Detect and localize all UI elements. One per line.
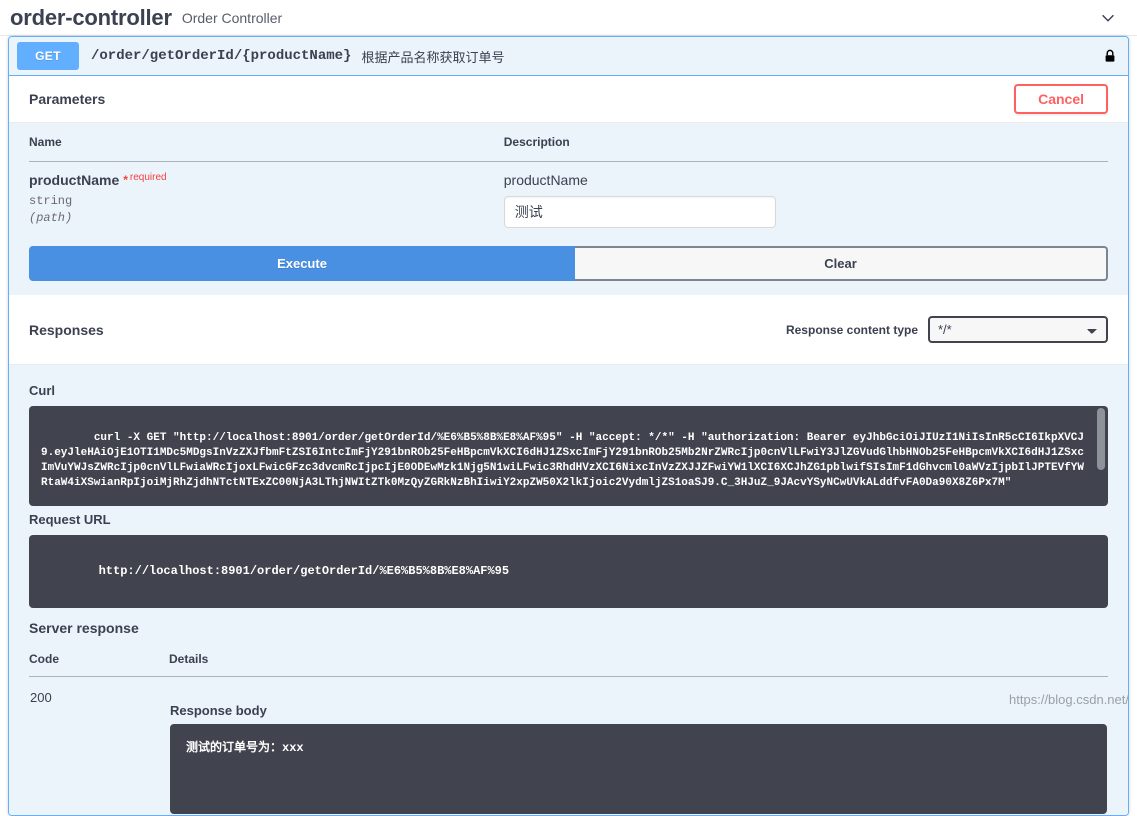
- server-response-title: Server response: [29, 619, 139, 636]
- parameters-header: Parameters Cancel: [9, 76, 1128, 123]
- response-status-code: 200: [30, 689, 52, 705]
- parameter-description-cell: productName: [503, 162, 1108, 247]
- column-header-details: Details: [169, 641, 1108, 677]
- tag-description: Order Controller: [181, 9, 283, 26]
- lock-icon[interactable]: [1102, 46, 1118, 66]
- server-response-table: Code Details 200 Response body 测试的订单号为：x…: [29, 641, 1108, 815]
- operation-summary-row[interactable]: GET /order/getOrderId/{productName} 根据产品…: [9, 37, 1128, 76]
- column-header-description: Description: [503, 123, 1108, 162]
- request-url-title: Request URL: [29, 512, 111, 528]
- responses-title: Responses: [29, 321, 104, 338]
- request-url-text: http://localhost:8901/order/getOrderId/%…: [98, 564, 510, 579]
- column-header-name: Name: [29, 123, 504, 162]
- table-row: 200 Response body 测试的订单号为：xxx Download: [29, 676, 1108, 815]
- response-content-type-label: Response content type: [785, 322, 918, 337]
- tag-title: order-controller: [10, 4, 172, 30]
- parameter-name-cell: productName * required string (path): [29, 162, 504, 247]
- responses-table-head-row: Code Details: [29, 641, 1108, 677]
- operation-path: /order/getOrderId/{productName}: [91, 48, 352, 64]
- http-method-badge: GET: [17, 42, 79, 70]
- chevron-down-icon[interactable]: [1099, 9, 1117, 27]
- parameter-location: (path): [29, 211, 73, 225]
- responses-body: Curl curl -X GET "http://localhost:8901/…: [9, 365, 1128, 815]
- request-url-block: http://localhost:8901/order/getOrderId/%…: [29, 535, 1108, 608]
- operation-body: Parameters Cancel Name Description produ…: [9, 76, 1128, 815]
- operation-summary-text: 根据产品名称获取订单号: [361, 49, 505, 65]
- response-body-block: 测试的订单号为：xxx Download: [170, 723, 1107, 814]
- cancel-button[interactable]: Cancel: [1014, 84, 1108, 114]
- curl-scrollbar[interactable]: [1096, 408, 1106, 505]
- curl-title: Curl: [29, 383, 55, 399]
- table-row: productName * required string (path) produ…: [29, 162, 1108, 247]
- response-code-cell: 200: [29, 676, 169, 815]
- parameters-body: Name Description productName * required st…: [9, 123, 1128, 246]
- product-name-input[interactable]: [503, 196, 776, 228]
- response-details-cell: Response body 测试的订单号为：xxx Download: [169, 676, 1108, 815]
- column-header-code: Code: [29, 641, 169, 677]
- operation-block-get-order: GET /order/getOrderId/{productName} 根据产品…: [8, 36, 1129, 816]
- parameters-title: Parameters: [29, 91, 106, 107]
- parameter-type: string: [29, 194, 73, 208]
- curl-command-block[interactable]: curl -X GET "http://localhost:8901/order…: [29, 406, 1108, 507]
- action-buttons-row: Execute Clear: [9, 246, 1128, 295]
- response-body-title: Response body: [170, 702, 267, 718]
- curl-scrollbar-thumb[interactable]: [1097, 408, 1105, 471]
- parameter-name-text: productName: [29, 172, 120, 188]
- curl-command-text: curl -X GET "http://localhost:8901/order…: [41, 432, 1084, 489]
- parameter-description: productName: [503, 172, 588, 188]
- responses-header: Responses Response content type */*: [9, 295, 1128, 366]
- clear-button[interactable]: Clear: [575, 246, 1108, 281]
- parameters-table: Name Description productName * required st…: [29, 123, 1108, 246]
- response-body-text: 测试的订单号为：xxx: [186, 740, 304, 755]
- required-star-icon: *: [123, 173, 128, 187]
- tag-header[interactable]: order-controller Order Controller: [0, 0, 1137, 36]
- parameter-name: productName * required: [29, 172, 504, 189]
- required-label: required: [129, 172, 167, 183]
- execute-button[interactable]: Execute: [29, 246, 575, 281]
- parameters-table-head-row: Name Description: [29, 123, 1108, 162]
- response-content-type-select[interactable]: */*: [928, 316, 1108, 344]
